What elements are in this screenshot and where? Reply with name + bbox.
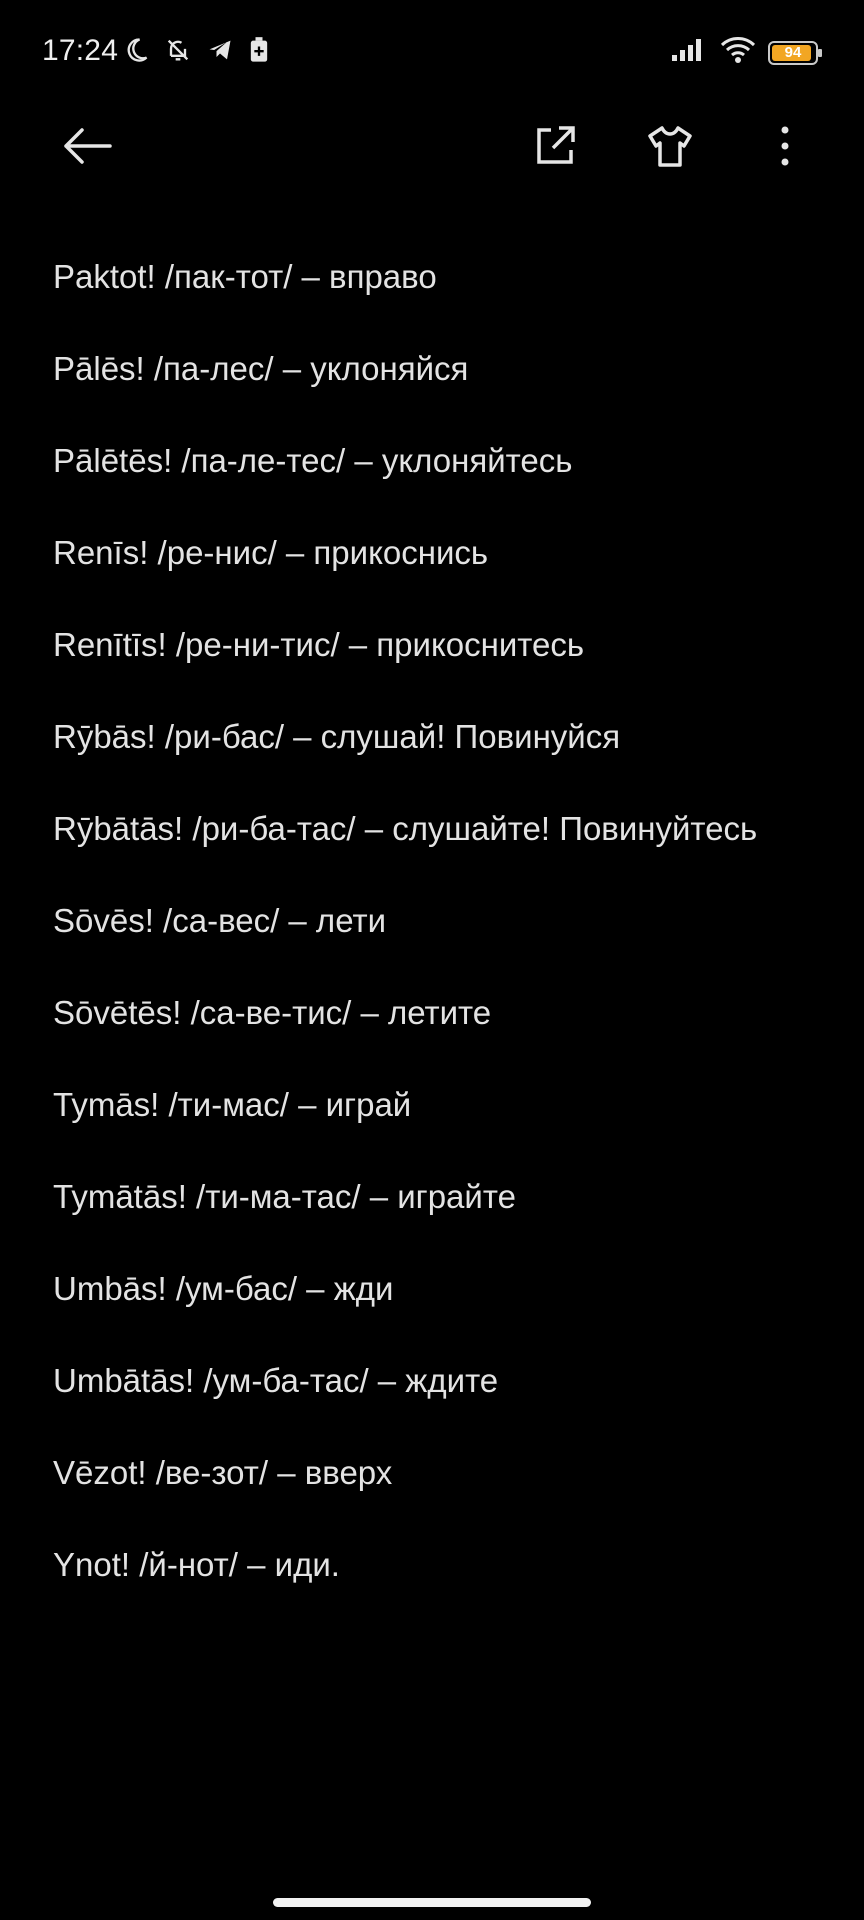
entry-10: Tymās! /ти-мас/ – играй [53, 1086, 412, 1123]
back-arrow-icon [62, 126, 114, 171]
status-bar: 17:24 94 [0, 0, 864, 108]
entry-3: Pālētēs! /па-ле-тес/ – уклоняйтесь [53, 442, 573, 479]
entry-2: Pālēs! /па-лес/ – уклоняйся [53, 350, 469, 387]
battery-saver-icon [248, 36, 270, 69]
entry-13: Umbātās! /ум-ба-тас/ – ждите [53, 1362, 499, 1399]
home-indicator[interactable] [273, 1898, 591, 1907]
entry-7: Rȳbātās! /ри-ба-тас/ – слушайте! Повинуй… [53, 810, 758, 847]
theme-button[interactable] [642, 120, 698, 176]
wifi-icon [720, 36, 756, 69]
more-options-button[interactable] [757, 120, 813, 176]
more-vert-icon [779, 124, 791, 173]
telegram-icon [206, 36, 234, 69]
tshirt-icon [646, 124, 694, 173]
status-icons-right: 94 [670, 36, 822, 69]
status-time: 17:24 [42, 34, 119, 67]
share-button[interactable] [527, 120, 583, 176]
entry-4: Renīs! /ре-нис/ – прикоснись [53, 534, 489, 571]
moon-icon [122, 36, 150, 69]
signal-icon [670, 37, 708, 68]
entry-1: Paktot! /пак-тот/ – вправо [53, 258, 437, 295]
entry-8: Sōvēs! /са-вес/ – лети [53, 902, 386, 939]
entry-14: Vēzot! /ве-зот/ – вверх [53, 1454, 393, 1491]
share-external-icon [533, 124, 577, 173]
entry-6: Rȳbās! /ри-бас/ – слушай! Повинуйся [53, 718, 621, 755]
status-icons-left [122, 36, 270, 69]
bell-off-icon [164, 36, 192, 69]
entry-5: Renītīs! /ре-ни-тис/ – прикоснитесь [53, 626, 585, 663]
entry-15: Ynot! /й-нот/ – иди. [53, 1546, 340, 1583]
top-toolbar [0, 108, 864, 180]
note-content[interactable]: Paktot! /пак-тот/ – вправо Pālēs! /па-ле… [53, 244, 813, 1624]
battery-icon: 94 [768, 40, 822, 65]
entry-12: Umbās! /ум-бас/ – жди [53, 1270, 394, 1307]
entry-11: Tymātās! /ти-ма-тас/ – играйте [53, 1178, 516, 1215]
battery-level: 94 [784, 44, 802, 61]
entry-9: Sōvētēs! /са-ве-тис/ – летите [53, 994, 492, 1031]
back-button[interactable] [60, 120, 116, 176]
